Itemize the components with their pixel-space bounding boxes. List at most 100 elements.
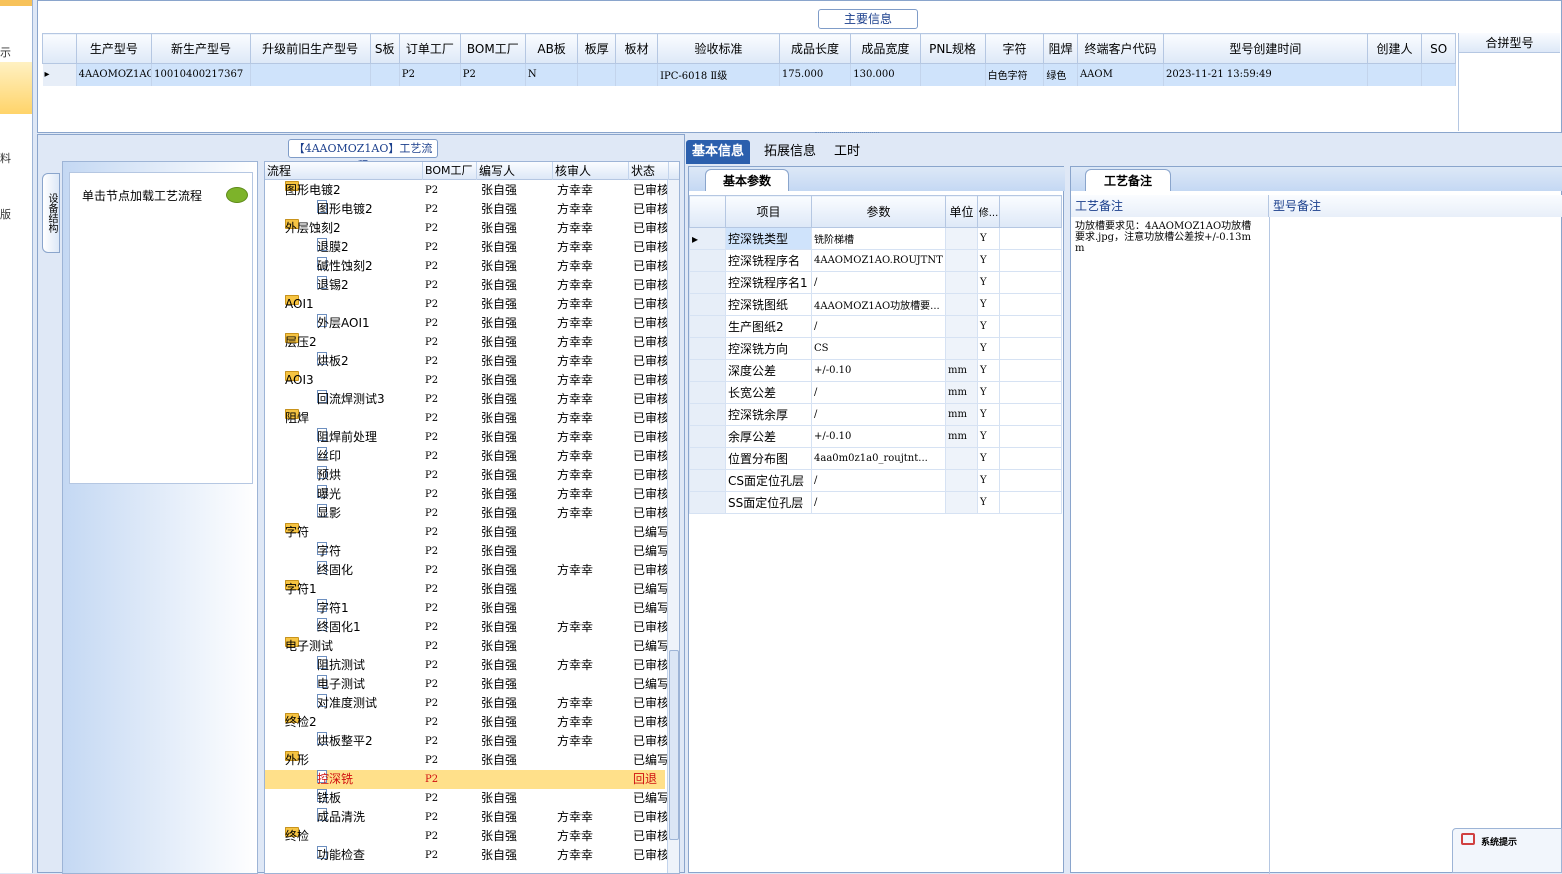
tree-row[interactable]: 烘板整平2 P2 张自强 方幸幸 已审核 xyxy=(265,732,669,751)
tree-row[interactable]: 铣板 P2 张自强 已编写 xyxy=(265,789,669,808)
param-item[interactable]: 位置分布图 xyxy=(725,447,812,470)
main-cell[interactable]: 175.000 xyxy=(779,63,852,86)
tab-extended-info[interactable]: 拓展信息 xyxy=(758,140,822,164)
main-col-header[interactable]: 阻焊 xyxy=(1043,33,1078,64)
tree-row[interactable]: 字符 P2 张自强 已编写 xyxy=(265,542,669,561)
param-value[interactable]: 4AAOMOZ1AO.ROUJTNT xyxy=(811,249,946,272)
main-cell[interactable]: P2 xyxy=(460,63,526,86)
system-alert-popup[interactable]: 系统提示 xyxy=(1452,828,1562,873)
param-value[interactable]: 4aa0m0z1a0_roujtnt... xyxy=(811,447,946,470)
scrollbar-thumb[interactable] xyxy=(669,650,679,840)
param-item[interactable]: 控深铣程序名 xyxy=(725,249,812,272)
main-cell[interactable] xyxy=(615,63,659,86)
tree-row[interactable]: 对准度测试 P2 张自强 方幸幸 已审核 xyxy=(265,694,669,713)
main-cell[interactable]: 绿色 xyxy=(1043,63,1078,86)
tree-row[interactable]: −阻焊P2张自强方幸幸已审核 xyxy=(265,409,669,428)
main-cell[interactable]: 2023-11-21 13:59:49 xyxy=(1163,63,1368,86)
table-row[interactable]: ▸ 4AAOMOZ1AO 10010400217367 P2 P2 N IPC-6018 … xyxy=(42,63,1456,86)
tree-row[interactable]: 阻焊前处理 P2 张自强 方幸幸 已审核 xyxy=(265,428,669,447)
param-modifiable[interactable]: Y xyxy=(977,271,1000,294)
tree-row[interactable]: 图形电镀2 P2 张自强 方幸幸 已审核 xyxy=(265,200,669,219)
tree-row[interactable]: 成品清洗 P2 张自强 方幸幸 已审核 xyxy=(265,808,669,827)
params-row[interactable]: 深度公差 +/-0.10 mm Y xyxy=(689,359,1062,382)
tree-row[interactable]: 终固化1 P2 张自强 方幸幸 已审核 xyxy=(265,618,669,637)
tab-basic-info[interactable]: 基本信息 xyxy=(686,140,751,164)
tree-row[interactable]: 电子测试 P2 张自强 已编写 xyxy=(265,675,669,694)
tree-row[interactable]: 预烘 P2 张自强 方幸幸 已审核 xyxy=(265,466,669,485)
params-row[interactable]: 控深铣方向 CS Y xyxy=(689,337,1062,360)
param-unit[interactable] xyxy=(945,315,978,338)
main-cell[interactable] xyxy=(250,63,371,86)
param-unit[interactable] xyxy=(945,469,978,492)
param-modifiable[interactable]: Y xyxy=(977,425,1000,448)
param-item[interactable]: 余厚公差 xyxy=(725,425,812,448)
param-modifiable[interactable]: Y xyxy=(977,447,1000,470)
param-modifiable[interactable]: Y xyxy=(977,337,1000,360)
main-col-header[interactable]: SO xyxy=(1421,33,1456,64)
param-modifiable[interactable]: Y xyxy=(977,227,1000,250)
param-unit[interactable]: mm xyxy=(945,425,978,448)
tree-row[interactable]: 外层AOI1 P2 张自强 方幸幸 已审核 xyxy=(265,314,669,333)
process-note-text[interactable]: 功放槽要求见：4AAOMOZ1AO功放槽要求.jpg，注意功放槽公差按+/-0.… xyxy=(1075,221,1255,254)
tree-row[interactable]: −AOI1P2张自强方幸幸已审核 xyxy=(265,295,669,314)
main-cell[interactable] xyxy=(920,63,986,86)
main-cell[interactable] xyxy=(370,63,400,86)
param-value[interactable]: 4AAOMOZ1AO功放槽要... xyxy=(811,293,946,316)
main-cell[interactable]: IPC-6018 Ⅱ级 xyxy=(657,63,780,86)
tree-row[interactable]: −字符P2张自强已编写 xyxy=(265,523,669,542)
param-value[interactable]: +/-0.10 xyxy=(811,425,946,448)
main-col-header[interactable]: BOM工厂 xyxy=(459,33,526,64)
main-cell[interactable] xyxy=(1367,63,1423,86)
tree-row[interactable]: 回流焊测试3 P2 张自强 方幸幸 已审核 xyxy=(265,390,669,409)
param-unit[interactable] xyxy=(945,271,978,294)
params-row[interactable]: 控深铣程序名1/ Y xyxy=(689,271,1062,294)
param-value[interactable]: 铣阶梯槽 xyxy=(811,227,946,250)
params-body[interactable]: ▸ 控深铣类型 铣阶梯槽 Y 控深铣程序名 4AAOMOZ1AO.ROUJTNT Y 控深铣程… xyxy=(689,227,1062,514)
param-modifiable[interactable]: Y xyxy=(977,293,1000,316)
param-modifiable[interactable]: Y xyxy=(977,359,1000,382)
tab-work-hours[interactable]: 工时 xyxy=(828,140,866,164)
param-value[interactable]: / xyxy=(811,315,946,338)
tree-row[interactable]: −图形电镀2P2张自强方幸幸已审核 xyxy=(265,181,669,200)
param-modifiable[interactable]: Y xyxy=(977,469,1000,492)
param-unit[interactable] xyxy=(945,293,978,316)
param-modifiable[interactable]: Y xyxy=(977,381,1000,404)
main-col-header[interactable]: 型号创建时间 xyxy=(1163,33,1368,64)
flow-tree-scrollbar[interactable] xyxy=(667,180,679,873)
tree-row[interactable]: 烘板2 P2 张自强 方幸幸 已审核 xyxy=(265,352,669,371)
param-item[interactable]: 生产图纸2 xyxy=(725,315,812,338)
param-value[interactable]: CS xyxy=(811,337,946,360)
tree-row[interactable]: 字符1 P2 张自强 已编写 xyxy=(265,599,669,618)
main-col-header[interactable]: 终端客户代码 xyxy=(1076,33,1165,64)
param-modifiable[interactable]: Y xyxy=(977,315,1000,338)
nav-fragment-2[interactable]: 料 xyxy=(0,150,11,166)
main-cell[interactable] xyxy=(577,63,617,86)
side-tab-equipment[interactable]: 设备结构 xyxy=(42,173,60,253)
tree-row[interactable]: −外形P2张自强已编写 xyxy=(265,751,669,770)
param-item[interactable]: SS面定位孔层 xyxy=(725,491,812,514)
main-col-header[interactable]: 板材 xyxy=(615,33,659,64)
nav-fragment-1[interactable]: 示 xyxy=(0,44,11,60)
tree-row[interactable]: 曝光 P2 张自强 方幸幸 已审核 xyxy=(265,485,669,504)
param-item[interactable]: 控深铣方向 xyxy=(725,337,812,360)
tree-row[interactable]: 退锡2 P2 张自强 方幸幸 已审核 xyxy=(265,276,669,295)
param-modifiable[interactable]: Y xyxy=(977,249,1000,272)
param-unit[interactable]: mm xyxy=(945,403,978,426)
params-table[interactable]: 项目 参数 单位 修... ▸ 控深铣类型 铣阶梯槽 Y 控深铣程序名 4AAOMOZ1A… xyxy=(689,195,1062,514)
param-item[interactable]: 深度公差 xyxy=(725,359,812,382)
nav-selected-item[interactable] xyxy=(0,62,32,114)
params-row[interactable]: SS面定位孔层 / Y xyxy=(689,491,1062,514)
nav-fragment-3[interactable]: 版 xyxy=(0,206,11,222)
splitter-grip-icon[interactable] xyxy=(815,132,879,136)
params-row[interactable]: 长宽公差 / mm Y xyxy=(689,381,1062,404)
params-row[interactable]: 控深铣程序名 4AAOMOZ1AO.ROUJTNT Y xyxy=(689,249,1062,272)
main-col-header[interactable]: 生产型号 xyxy=(75,33,153,64)
params-row[interactable]: ▸ 控深铣类型 铣阶梯槽 Y xyxy=(689,227,1062,250)
main-col-header[interactable]: 订单工厂 xyxy=(398,33,461,64)
params-row[interactable]: 生产图纸2/ Y xyxy=(689,315,1062,338)
tree-row[interactable]: −终检2P2张自强方幸幸已审核 xyxy=(265,713,669,732)
main-col-header[interactable]: AB板 xyxy=(524,33,579,64)
param-item[interactable]: CS面定位孔层 xyxy=(725,469,812,492)
main-col-header[interactable]: S板 xyxy=(369,33,400,64)
main-col-header[interactable]: PNL规格 xyxy=(919,33,986,64)
